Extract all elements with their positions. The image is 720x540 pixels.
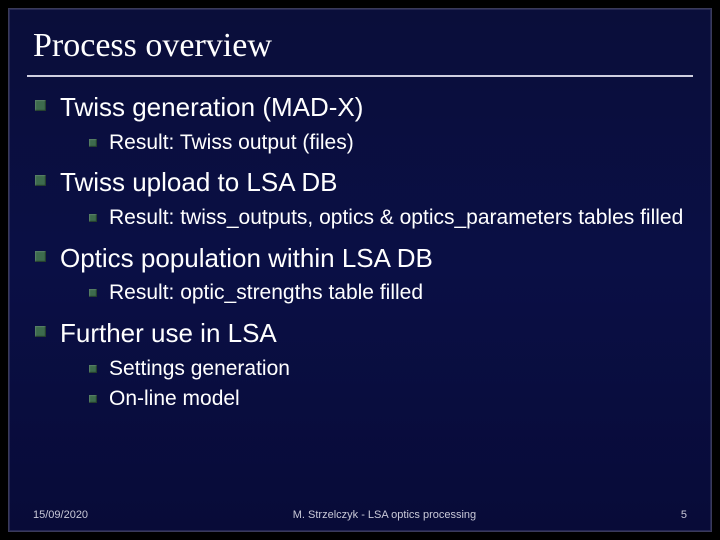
square-bullet-icon (89, 214, 97, 222)
list-item: On-line model (89, 386, 685, 413)
sub-list: Result: optic_strengths table filled (89, 280, 685, 307)
bullet-text: Result: twiss_outputs, optics & optics_p… (109, 205, 683, 232)
bullet-text: Settings generation (109, 356, 290, 383)
slide-footer: 15/09/2020 M. Strzelczyk - LSA optics pr… (9, 509, 711, 521)
list-item: Result: twiss_outputs, optics & optics_p… (89, 205, 685, 232)
bullet-text: Twiss generation (MAD-X) (60, 91, 363, 124)
square-bullet-icon (35, 175, 46, 186)
list-item: Result: optic_strengths table filled (89, 280, 685, 307)
square-bullet-icon (89, 395, 97, 403)
footer-author: M. Strzelczyk - LSA optics processing (293, 509, 476, 521)
sub-list: Result: twiss_outputs, optics & optics_p… (89, 205, 685, 232)
square-bullet-icon (35, 251, 46, 262)
bullet-text: On-line model (109, 386, 240, 413)
list-item: Settings generation (89, 356, 685, 383)
sub-list: Result: Twiss output (files) (89, 130, 685, 157)
sub-list: Settings generation On-line model (89, 356, 685, 413)
bullet-text: Optics population within LSA DB (60, 242, 433, 275)
slide-content: Twiss generation (MAD-X) Result: Twiss o… (9, 91, 711, 412)
list-item: Optics population within LSA DB Result: … (35, 242, 685, 307)
list-item: Further use in LSA Settings generation O… (35, 317, 685, 412)
title-divider (27, 75, 693, 77)
bullet-text: Further use in LSA (60, 317, 277, 350)
bullet-text: Twiss upload to LSA DB (60, 166, 337, 199)
bullet-list: Twiss generation (MAD-X) Result: Twiss o… (35, 91, 685, 412)
slide-title: Process overview (9, 9, 711, 75)
footer-page-number: 5 (681, 509, 687, 521)
square-bullet-icon (35, 100, 46, 111)
list-item: Result: Twiss output (files) (89, 130, 685, 157)
slide: Process overview Twiss generation (MAD-X… (8, 8, 712, 532)
square-bullet-icon (35, 326, 46, 337)
list-item: Twiss generation (MAD-X) Result: Twiss o… (35, 91, 685, 156)
footer-date: 15/09/2020 (33, 509, 88, 521)
bullet-text: Result: optic_strengths table filled (109, 280, 423, 307)
square-bullet-icon (89, 139, 97, 147)
bullet-text: Result: Twiss output (files) (109, 130, 354, 157)
list-item: Twiss upload to LSA DB Result: twiss_out… (35, 166, 685, 231)
square-bullet-icon (89, 365, 97, 373)
square-bullet-icon (89, 289, 97, 297)
